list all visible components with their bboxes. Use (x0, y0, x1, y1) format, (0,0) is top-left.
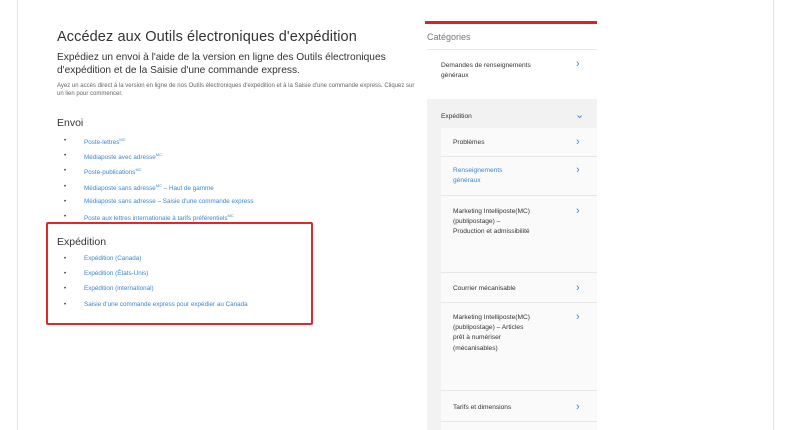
highlight-box (46, 222, 313, 325)
divider (441, 156, 597, 157)
bullet: • (64, 138, 67, 144)
submenu-item-problemes[interactable]: Problèmes (453, 138, 485, 148)
divider (441, 302, 597, 303)
divider (427, 49, 597, 50)
chevron-down-icon[interactable]: ⌄ (575, 110, 585, 121)
chevron-right-icon[interactable]: › (576, 165, 586, 176)
divider (441, 195, 597, 196)
list-item[interactable]: • Médiaposte avec adresseMC (64, 151, 384, 166)
chevron-right-icon[interactable]: › (576, 59, 586, 70)
divider (441, 390, 597, 391)
lead-paragraph: Expédiez un envoi à l'aide de la version… (57, 52, 386, 76)
chevron-right-icon[interactable]: › (576, 312, 586, 323)
submenu-item-marketing-production[interactable]: Marketing Intelliposte(MC) (publipostage… (453, 207, 533, 238)
list-item[interactable]: • Médiaposte sans adresse – Saisie d'une … (64, 197, 384, 212)
accent-bar (425, 21, 597, 24)
chevron-right-icon[interactable]: › (576, 137, 586, 148)
link-mediaposte-saisie-commande[interactable]: Médiaposte sans adresse – Saisie d'une c… (84, 198, 254, 205)
main-content: Accédez aux Outils électroniques d'expéd… (57, 29, 417, 98)
link-poste-lettres[interactable]: Poste-lettresMC (84, 137, 126, 146)
sidebar-item-demandes[interactable]: Demandes de renseignements généraux (441, 61, 541, 81)
list-item[interactable]: • Médiaposte sans adresseMC – Haut de gam… (64, 182, 384, 197)
link-mediaposte-haut-de-gamme[interactable]: Médiaposte sans adresseMC – Haut de gamm… (84, 183, 214, 192)
chevron-right-icon[interactable]: › (576, 402, 586, 413)
page-title: Accédez aux Outils électroniques d'expéd… (57, 29, 357, 45)
link-poste-publications[interactable]: Poste-publicationsMC (84, 167, 142, 176)
bullet: • (64, 168, 67, 175)
submenu-item-courrier-mecanisable[interactable]: Courrier mécanisable (453, 284, 516, 294)
chevron-right-icon[interactable]: › (576, 206, 586, 217)
intro-text: Ayez un accès direct à la version en lig… (57, 83, 415, 97)
bullet: • (64, 198, 67, 205)
categories-title: Catégories (427, 32, 471, 42)
list-item[interactable]: • Poste-publicationsMC (64, 166, 384, 181)
submenu-item-tarifs[interactable]: Tarifs et dimensions (453, 403, 511, 413)
list-item[interactable]: • Poste-lettresMC (64, 136, 384, 151)
envoi-link-list: • Poste-lettresMC • Médiaposte avec adress… (64, 136, 384, 227)
divider (441, 421, 597, 422)
categories-sidebar: Catégories Demandes de renseignements gé… (425, 0, 597, 430)
submenu-item-marketing-articles[interactable]: Marketing Intelliposte(MC) (publipostage… (453, 313, 533, 354)
envoi-heading: Envoi (57, 117, 84, 129)
link-mediaposte-avec-adresse[interactable]: Médiaposte avec adresseMC (84, 152, 162, 161)
link-poste-internationale[interactable]: Poste aux lettres internationale à tarif… (84, 213, 234, 222)
divider (441, 272, 597, 273)
sidebar-item-expedition[interactable]: Expédition (441, 112, 472, 122)
chevron-right-icon[interactable]: › (576, 283, 586, 294)
bullet: • (64, 183, 67, 190)
submenu-item-renseignements[interactable]: Renseignements généraux (453, 166, 528, 186)
bullet: • (64, 153, 67, 160)
bullet: • (64, 213, 67, 220)
